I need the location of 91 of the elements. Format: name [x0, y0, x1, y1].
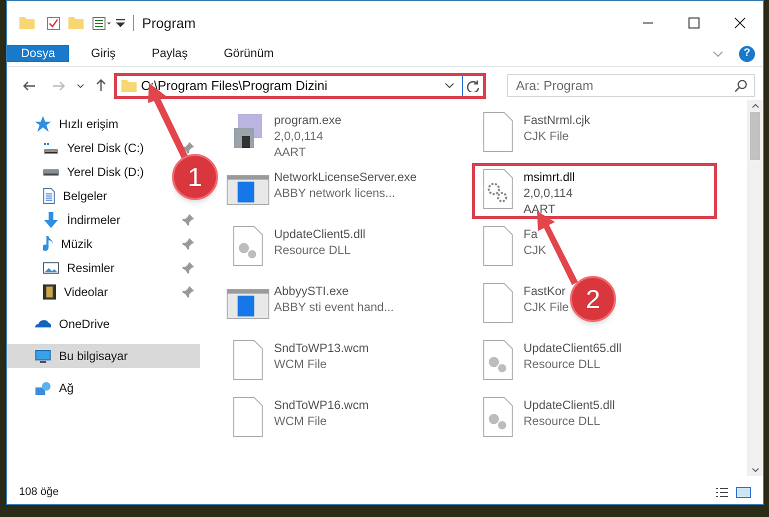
sidebar-item[interactable]: Yerel Disk (C:): [43, 136, 144, 160]
details-view-icon[interactable]: [716, 488, 728, 496]
address-bar[interactable]: C:\Program Files\Program Dizini: [114, 72, 486, 98]
sidebar-item[interactable]: Resimler: [43, 256, 114, 280]
computer-icon: [35, 350, 51, 362]
document-icon: [482, 112, 512, 152]
cloud-icon: [35, 320, 51, 328]
sidebar-item[interactable]: Yerel Disk (D:): [43, 160, 144, 184]
search-field[interactable]: Ara: Program: [507, 74, 755, 97]
window-title: Program: [142, 14, 196, 33]
installer-icon: [234, 114, 262, 148]
document-icon: [482, 226, 512, 266]
star-icon: [35, 116, 51, 132]
file-detail: WCM File: [274, 413, 328, 429]
file-name[interactable]: program.exe: [274, 112, 342, 128]
gear-document-icon: [482, 397, 512, 437]
file-name[interactable]: msimrt.dll: [524, 169, 575, 185]
file-detail: CJK File: [524, 128, 570, 144]
file-name[interactable]: NetworkLicenseServer.exe: [274, 169, 417, 185]
document-icon: [482, 283, 512, 323]
file-name[interactable]: Fa: [524, 226, 546, 242]
ribbon-tab[interactable]: Dosya: [7, 45, 70, 62]
properties-icon[interactable]: [92, 16, 112, 30]
file-name[interactable]: UpdateClient65.dll: [524, 340, 622, 356]
down-arrow-icon: [43, 212, 59, 228]
sidebar-item[interactable]: İndirmeler: [43, 208, 120, 232]
item-count: 108 öğe: [19, 484, 59, 500]
file-name[interactable]: FastNrml.cjk: [524, 112, 590, 128]
chevron-down-icon[interactable]: [752, 468, 758, 472]
file-detail: 2,0,0,114: [274, 128, 324, 144]
picture-icon: [43, 262, 59, 274]
file-detail: ABBY sti event hand...: [274, 299, 394, 315]
ribbon-tab[interactable]: Görünüm: [210, 45, 288, 62]
file-detail: Resource DLL: [524, 356, 602, 372]
app-window-icon: [226, 175, 270, 205]
file-name[interactable]: UpdateClient5.dll: [524, 397, 615, 413]
file-name[interactable]: FastKor: [524, 283, 569, 299]
refresh-icon[interactable]: [467, 80, 479, 92]
sidebar-item[interactable]: Videolar: [43, 280, 108, 304]
help-button[interactable]: ?: [739, 46, 755, 62]
large-icons-view-icon[interactable]: [736, 486, 751, 498]
drive-icon: [43, 142, 59, 154]
document-icon: [43, 188, 55, 204]
gear-document-icon: [233, 226, 263, 266]
folder-icon: [121, 80, 137, 92]
chevron-down-icon[interactable]: [77, 84, 84, 88]
file-detail: Resource DLL: [524, 413, 602, 429]
document-icon: [233, 340, 263, 380]
scrollbar[interactable]: [747, 100, 763, 476]
dropdown-icon[interactable]: [116, 19, 125, 27]
file-name[interactable]: AbbyySTI.exe: [274, 283, 394, 299]
sidebar-item[interactable]: Bu bilgisayar: [7, 344, 200, 368]
pin-icon[interactable]: [182, 142, 194, 154]
back-arrow-icon[interactable]: [23, 80, 36, 90]
file-detail: 2,0,0,114: [524, 185, 574, 201]
pin-icon[interactable]: [182, 214, 194, 226]
chevron-down-icon[interactable]: [445, 83, 454, 88]
file-detail: WCM File: [274, 356, 328, 372]
sidebar-item[interactable]: OneDrive: [35, 312, 110, 336]
file-detail: CJK: [524, 242, 546, 258]
ribbon-tab[interactable]: Giriş: [77, 45, 130, 62]
document-icon: [233, 397, 263, 437]
network-icon: [35, 382, 51, 394]
up-arrow-icon[interactable]: [96, 79, 106, 92]
chevron-up-icon[interactable]: [752, 104, 758, 108]
sidebar-item[interactable]: Ağ: [35, 376, 74, 400]
file-detail: AART: [274, 144, 307, 160]
file-name[interactable]: SndToWP13.wcm: [274, 340, 369, 356]
pin-icon[interactable]: [182, 262, 194, 274]
pin-icon[interactable]: [182, 286, 194, 298]
address-path: C:\Program Files\Program Dizini: [141, 76, 328, 95]
sidebar-item[interactable]: Belgeler: [43, 184, 108, 208]
film-icon: [43, 284, 56, 300]
gear-document-icon: [482, 169, 512, 209]
file-detail: CJK File: [524, 299, 569, 315]
sidebar-item[interactable]: Müzik: [43, 232, 92, 256]
file-detail: ABBY network licens...: [274, 185, 396, 201]
file-name[interactable]: UpdateClient5.dll: [274, 226, 366, 242]
pin-icon[interactable]: [182, 238, 194, 250]
ribbon-tab[interactable]: Paylaş: [138, 45, 202, 62]
scrollbar-thumb[interactable]: [750, 112, 760, 160]
app-window-icon: [226, 289, 270, 319]
music-note-icon: [43, 236, 53, 252]
checkmark-icon[interactable]: [47, 16, 60, 30]
drive-icon: [43, 168, 59, 176]
gear-document-icon: [482, 340, 512, 380]
file-detail: Resource DLL: [274, 242, 352, 258]
search-icon[interactable]: [735, 80, 747, 92]
file-name[interactable]: SndToWP16.wcm: [274, 397, 369, 413]
file-detail: AART: [524, 201, 556, 217]
sidebar-item[interactable]: Hızlı erişim: [35, 112, 118, 136]
